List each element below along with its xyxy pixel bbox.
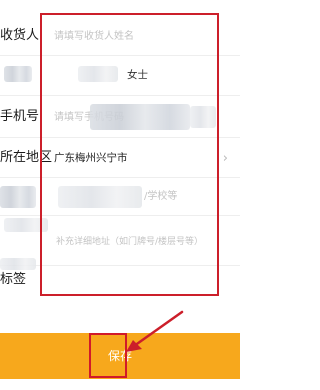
annotation-highlight-box: [40, 13, 219, 296]
phone-label: 手机号: [0, 109, 40, 124]
annotation-arrow-icon: [126, 310, 184, 352]
blurred-gender-option: [4, 66, 32, 82]
tag-label: 标签: [0, 272, 27, 287]
blurred-address-label: [0, 186, 36, 208]
recipient-label: 收货人: [0, 28, 40, 43]
blurred-tag-options: [0, 258, 36, 270]
chevron-right-icon: ›: [222, 151, 228, 166]
